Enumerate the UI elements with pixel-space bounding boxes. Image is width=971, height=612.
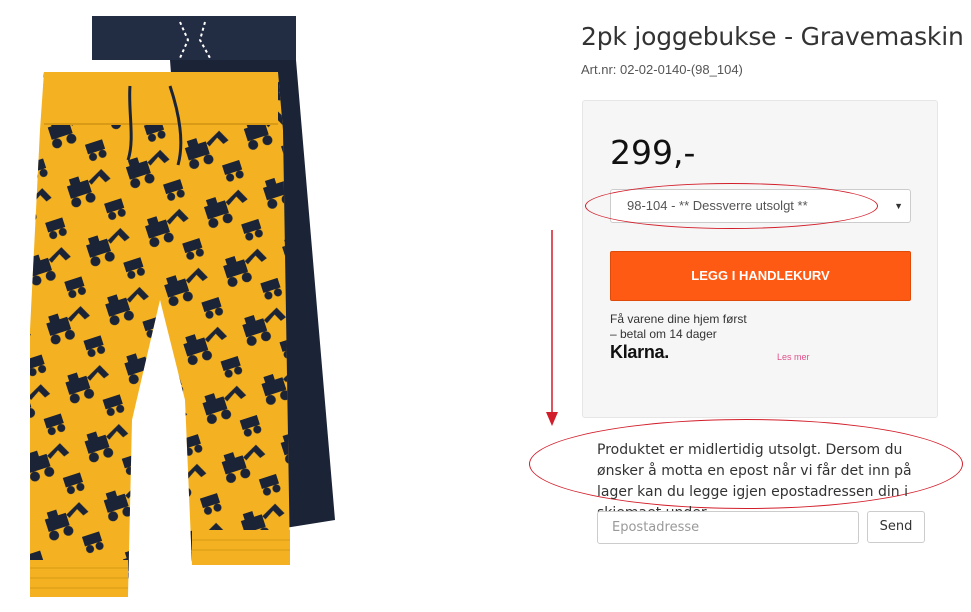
size-select-value: 98-104 - ** Dessverre utsolgt ** (627, 198, 808, 213)
article-number: Art.nr: 02-02-0140-(98_104) (581, 62, 743, 77)
read-more-link[interactable]: Les mer (777, 352, 810, 362)
add-to-cart-button[interactable]: LEGG I HANDLEKURV (610, 251, 911, 301)
klarna-line-2: – betal om 14 dager (610, 327, 717, 341)
price: 299,- (610, 133, 696, 172)
product-title: 2pk joggebukse - Gravemaskin (581, 22, 964, 51)
send-button[interactable]: Send (867, 511, 925, 543)
email-input[interactable] (597, 511, 859, 544)
klarna-info: Få varene dine hjem først – betal om 14 … (610, 312, 747, 342)
dropdown-arrow-icon: ▼ (894, 201, 903, 211)
annotation-arrow-icon (546, 230, 558, 426)
product-image (0, 0, 360, 607)
klarna-line-1: Få varene dine hjem først (610, 312, 747, 326)
purchase-box: 299,- 98-104 - ** Dessverre utsolgt ** ▼… (582, 100, 938, 418)
klarna-logo: Klarna. (610, 342, 669, 362)
size-select[interactable]: 98-104 - ** Dessverre utsolgt ** ▼ (610, 189, 911, 223)
